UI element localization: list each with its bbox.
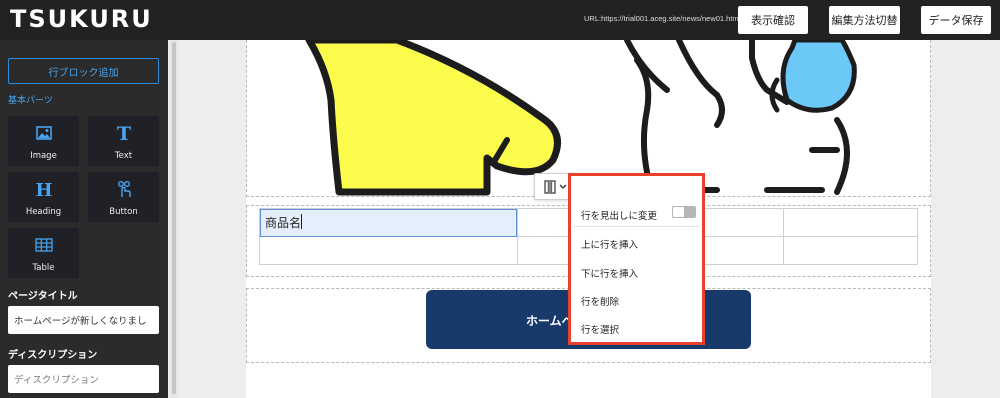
column-icon [544, 180, 567, 194]
table-cell[interactable] [259, 236, 518, 265]
page-url: URL:https://trial001.aceg.site/news/new0… [584, 14, 741, 23]
app-logo: TSUKURU [10, 5, 153, 33]
text-icon: T [88, 122, 159, 144]
text-cursor [301, 214, 302, 229]
menu-item-insert-below[interactable]: 下に行を挿入 [581, 266, 638, 280]
heading-icon: H [8, 178, 79, 200]
part-heading[interactable]: H Heading [8, 172, 79, 222]
add-row-block-button[interactable]: 行ブロック追加 [8, 58, 159, 84]
svg-text:H: H [35, 180, 52, 198]
app-header: TSUKURU URL:https://trial001.aceg.site/n… [0, 0, 1000, 40]
row-options-menu: 行を見出しに変更 上に行を挿入 下に行を挿入 行を削除 行を選択 [568, 173, 705, 345]
menu-divider [574, 226, 699, 227]
switch-edit-mode-button[interactable]: 編集方法切替 [829, 6, 900, 34]
part-text[interactable]: T Text [88, 116, 159, 166]
preview-button[interactable]: 表示確認 [738, 6, 808, 34]
image-icon [8, 122, 79, 144]
table-cell[interactable] [783, 208, 918, 237]
part-image[interactable]: Image [8, 116, 79, 166]
part-label: Heading [25, 207, 62, 217]
menu-item-select-row[interactable]: 行を選択 [581, 322, 619, 336]
toggle-knob [673, 207, 684, 217]
part-label: Table [32, 263, 55, 273]
header-row-toggle[interactable] [672, 206, 696, 218]
part-label: Text [114, 151, 133, 161]
menu-item-convert-to-header[interactable]: 行を見出しに変更 [581, 208, 657, 222]
button-icon [88, 178, 159, 200]
page-title-label: ページタイトル [8, 291, 78, 302]
sidebar-scrollbar-thumb[interactable] [172, 42, 176, 394]
save-data-button[interactable]: データ保存 [921, 6, 991, 34]
menu-item-delete-row[interactable]: 行を削除 [581, 294, 619, 308]
table-cell[interactable] [783, 236, 918, 265]
svg-text:T: T [116, 124, 130, 142]
description-input[interactable]: ディスクリプション [8, 365, 159, 393]
part-button[interactable]: Button [88, 172, 159, 222]
column-menu-button[interactable] [540, 177, 570, 197]
basic-parts-title: 基本パーツ [8, 96, 53, 106]
part-label: Button [109, 207, 138, 217]
table-cell[interactable]: 商品名 [259, 208, 518, 237]
page-title-input[interactable]: ホームページが新しくなりまし [8, 306, 159, 334]
menu-item-insert-above[interactable]: 上に行を挿入 [581, 237, 638, 251]
part-label: Image [30, 151, 57, 161]
description-label: ディスクリプション [8, 350, 98, 361]
table-icon [8, 234, 79, 256]
part-table[interactable]: Table [8, 228, 79, 278]
